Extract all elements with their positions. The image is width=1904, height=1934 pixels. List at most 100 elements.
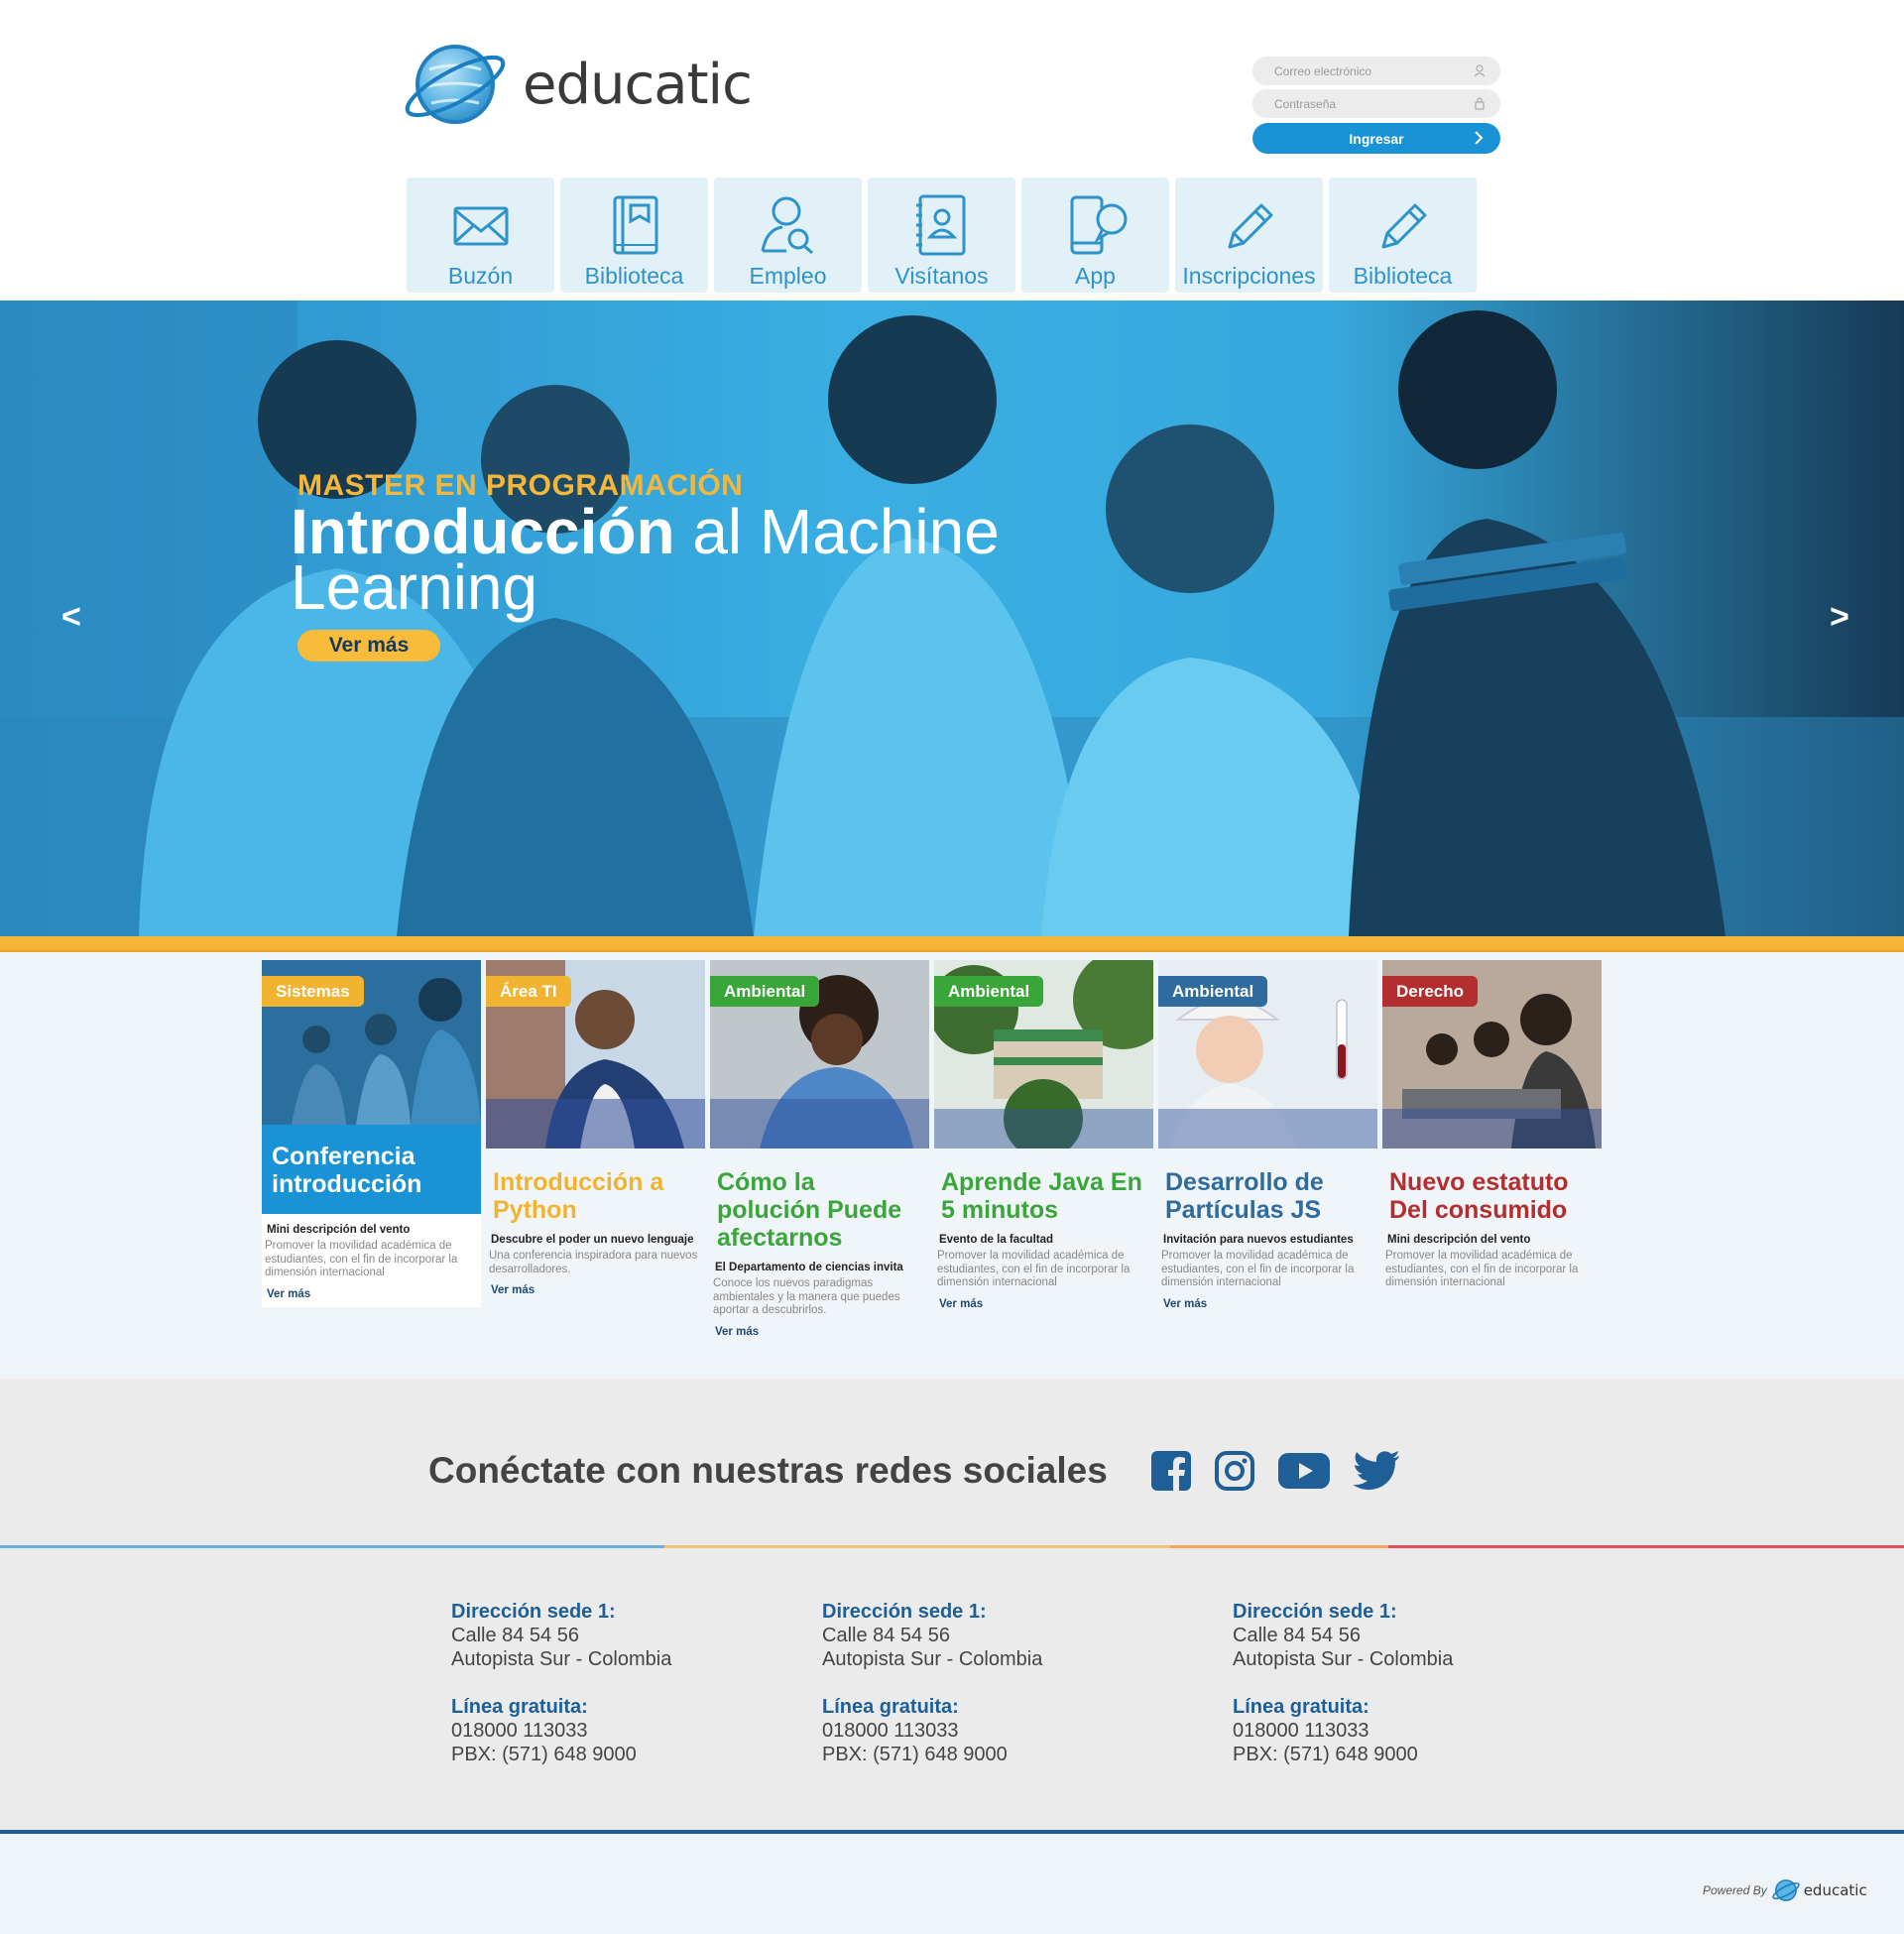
carousel-prev-button[interactable]: < xyxy=(61,598,81,637)
address-line: Calle 84 54 56 xyxy=(822,1625,950,1646)
event-card-tag: Ambiental xyxy=(710,976,820,1007)
hero-photo xyxy=(0,301,1904,936)
brand-name: educatic xyxy=(523,52,753,117)
address-line: Calle 84 54 56 xyxy=(451,1625,579,1646)
event-card-image: Ambiental xyxy=(710,960,929,1148)
event-card-list: Sistemas Conferencia introducción Mini d… xyxy=(262,960,1602,1338)
event-card-subtitle: Descubre el poder un nuevo lenguaje xyxy=(491,1234,694,1246)
event-card-more-link[interactable]: Ver más xyxy=(262,1280,481,1300)
event-card-description: Promover la movilidad académica de estud… xyxy=(1161,1250,1355,1288)
nav-item-inscripciones[interactable]: Inscripciones xyxy=(1175,178,1323,293)
lock-icon xyxy=(1475,97,1485,110)
social-icon-list xyxy=(1150,1450,1400,1492)
footer-address-column: Dirección sede 1: Calle 84 54 56 Autopis… xyxy=(1233,1600,1453,1766)
address-line: Calle 84 54 56 xyxy=(1233,1625,1361,1646)
nav-item-biblioteca[interactable]: Biblioteca xyxy=(560,178,708,293)
event-card[interactable]: Ambiental Cómo la polución Puede afectar… xyxy=(710,960,929,1338)
event-card-more-link[interactable]: Ver más xyxy=(934,1290,1153,1310)
event-card-tag: Área TI xyxy=(486,976,571,1007)
nav-item-biblioteca-2[interactable]: Biblioteca xyxy=(1329,178,1477,293)
event-card-more-link[interactable]: Ver más xyxy=(486,1276,705,1296)
pbx-number: PBX: (571) 648 9000 xyxy=(451,1744,637,1765)
nav-item-buzon[interactable]: Buzón xyxy=(407,178,554,293)
event-card-more-link[interactable]: Ver más xyxy=(1158,1290,1377,1310)
event-card-subtitle: Mini descripción del vento xyxy=(267,1224,411,1236)
event-card-image: Ambiental xyxy=(934,960,1153,1148)
address-line: Autopista Sur - Colombia xyxy=(451,1648,672,1670)
nav-item-app[interactable]: App xyxy=(1021,178,1169,293)
contact-book-icon xyxy=(915,194,965,256)
globe-logo-icon xyxy=(405,45,506,124)
powered-by[interactable]: Powered By educatic xyxy=(1703,1878,1867,1902)
address-line: Autopista Sur - Colombia xyxy=(1233,1648,1454,1670)
login-button[interactable]: Ingresar xyxy=(1252,123,1500,154)
event-card-title: Aprende Java En 5 minutos xyxy=(941,1168,1142,1224)
event-card-description: Promover la movilidad académica de estud… xyxy=(265,1240,458,1278)
pbx-number: PBX: (571) 648 9000 xyxy=(822,1744,1008,1765)
powered-by-label: Powered By xyxy=(1703,1883,1767,1897)
phone-number: 018000 113033 xyxy=(1233,1720,1369,1742)
event-card-image: Ambiental xyxy=(1158,960,1377,1148)
nav-item-empleo[interactable]: Empleo xyxy=(714,178,862,293)
phone-heading: Línea gratuita: xyxy=(822,1696,959,1718)
nav-item-label: App xyxy=(1075,263,1116,289)
event-card-image: Derecho xyxy=(1382,960,1602,1148)
twitter-icon[interactable] xyxy=(1353,1451,1400,1491)
nav-item-label: Biblioteca xyxy=(1353,263,1453,289)
hero-title: Introducción al Machine Learning xyxy=(291,500,1084,619)
event-card[interactable]: Área TI Introducción a Python Descubre e… xyxy=(486,960,705,1338)
facebook-icon[interactable] xyxy=(1150,1450,1192,1492)
hero-cta-button[interactable]: Ver más xyxy=(298,630,440,662)
event-card[interactable]: Ambiental Desarrollo de Partículas JS In… xyxy=(1158,960,1377,1338)
event-card-tag: Derecho xyxy=(1382,976,1479,1007)
event-card-tag: Ambiental xyxy=(934,976,1044,1007)
nav-item-label: Visítanos xyxy=(894,263,989,289)
envelope-icon xyxy=(453,206,508,246)
globe-logo-icon xyxy=(1772,1879,1800,1901)
events-section: Sistemas Conferencia introducción Mini d… xyxy=(0,952,1904,1379)
event-card-tag: Sistemas xyxy=(262,976,364,1007)
footer-address-column: Dirección sede 1: Calle 84 54 56 Autopis… xyxy=(822,1600,1042,1766)
youtube-icon[interactable] xyxy=(1277,1452,1331,1490)
email-field[interactable] xyxy=(1252,57,1500,85)
event-card-subtitle: Evento de la facultad xyxy=(939,1234,1054,1246)
book-icon xyxy=(613,195,657,255)
nav-item-label: Inscripciones xyxy=(1182,263,1316,289)
phone-chat-icon xyxy=(1070,195,1127,255)
site-footer: Dirección sede 1: Calle 84 54 56 Autopis… xyxy=(0,1548,1904,1831)
hero-banner: MASTER EN PROGRAMACIÓN Introducción al M… xyxy=(0,301,1904,936)
nav-item-label: Empleo xyxy=(749,263,827,289)
pbx-number: PBX: (571) 648 9000 xyxy=(1233,1744,1418,1765)
event-card-subtitle: Invitación para nuevos estudiantes xyxy=(1163,1234,1354,1246)
social-title: Conéctate con nuestras redes sociales xyxy=(428,1450,1108,1491)
event-card-image: Sistemas xyxy=(262,960,481,1125)
powered-by-brand: educatic xyxy=(1803,1881,1867,1899)
event-card-title: Introducción a Python xyxy=(493,1168,664,1224)
login-form: Ingresar xyxy=(1252,57,1500,154)
event-card-more-link[interactable]: Ver más xyxy=(710,1318,929,1338)
social-section: Conéctate con nuestras redes sociales xyxy=(0,1379,1904,1547)
event-card[interactable]: Ambiental Aprende Java En 5 minutos Even… xyxy=(934,960,1153,1338)
nav-item-label: Buzón xyxy=(447,263,514,289)
address-heading: Dirección sede 1: xyxy=(451,1601,616,1623)
login-button-label: Ingresar xyxy=(1349,130,1404,147)
instagram-icon[interactable] xyxy=(1214,1450,1255,1492)
address-line: Autopista Sur - Colombia xyxy=(822,1648,1043,1670)
nav-item-visitanos[interactable]: Visítanos xyxy=(868,178,1015,293)
pencil-icon xyxy=(1381,203,1426,249)
event-card-subtitle: Mini descripción del vento xyxy=(1387,1234,1531,1246)
event-card-description: Conoce los nuevos paradigmas ambientales… xyxy=(713,1277,900,1316)
address-heading: Dirección sede 1: xyxy=(1233,1601,1397,1623)
event-card[interactable]: Derecho Nuevo estatuto Del consumido Min… xyxy=(1382,960,1602,1338)
email-field-wrapper xyxy=(1252,57,1500,85)
phone-number: 018000 113033 xyxy=(451,1720,588,1742)
password-field[interactable] xyxy=(1252,89,1500,118)
event-card[interactable]: Sistemas Conferencia introducción Mini d… xyxy=(262,960,481,1307)
carousel-next-button[interactable]: > xyxy=(1830,598,1849,637)
event-card-title: Cómo la polución Puede afectarnos xyxy=(717,1168,902,1252)
footer-address-column: Dirección sede 1: Calle 84 54 56 Autopis… xyxy=(451,1600,671,1766)
brand-logo[interactable]: educatic xyxy=(402,40,753,129)
user-search-icon xyxy=(761,196,813,255)
event-card-description: Promover la movilidad académica de estud… xyxy=(937,1250,1130,1288)
event-card-title: Nuevo estatuto Del consumido xyxy=(1389,1168,1569,1224)
